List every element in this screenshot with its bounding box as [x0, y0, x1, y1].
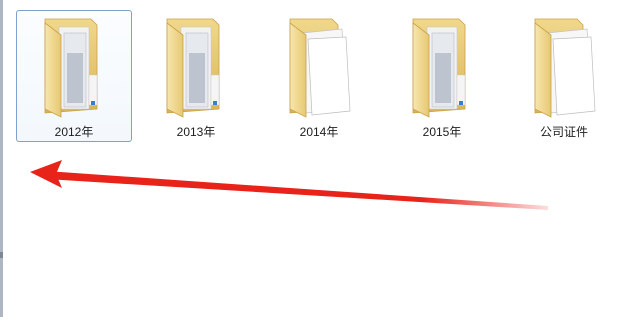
red-arrow-annotation — [30, 160, 548, 210]
